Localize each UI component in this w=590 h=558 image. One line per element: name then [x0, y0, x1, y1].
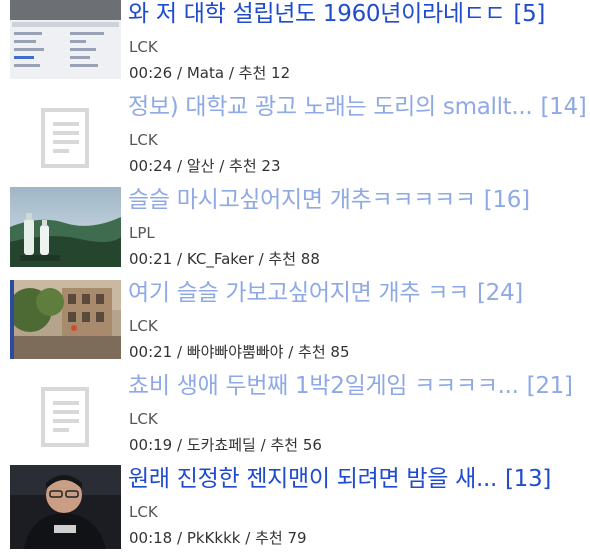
post-author[interactable]: Mata: [187, 64, 224, 82]
campus-photo-image: [10, 280, 121, 359]
post-meta: 00:21 / KC_Faker / 추천 88: [129, 250, 320, 268]
post-time: 00:21: [129, 343, 173, 361]
post-time: 00:18: [129, 529, 173, 547]
recommend-label: 추천: [298, 343, 326, 361]
post-author[interactable]: 알산: [187, 157, 215, 175]
recommend-label: 추천: [229, 157, 257, 175]
comment-count[interactable]: [16]: [484, 187, 530, 213]
post-author[interactable]: 도카쵸페딜: [187, 436, 256, 454]
post-meta: 00:21 / 빠야빠야뿜빠야 / 추천 85: [129, 343, 350, 361]
post-title-row[interactable]: 와 저 대학 설립년도 1960년이라네ㄷㄷ [5]: [128, 0, 545, 31]
comment-count[interactable]: [13]: [505, 466, 551, 492]
post-title-row[interactable]: 원래 진정한 젠지맨이 되려면 밤을 새... [13]: [128, 462, 551, 496]
board-name: LCK: [129, 38, 158, 56]
post-time: 00:24: [129, 157, 173, 175]
document-screenshot-image: [10, 0, 121, 79]
recommend-count: 88: [300, 250, 320, 268]
board-name: LCK: [129, 317, 158, 335]
recommend-label: 추천: [270, 436, 299, 454]
list-item[interactable]: 쵸비 생애 두번째 1박2일게임 ㅋㅋㅋㅋ... [21] LCK 00:19 /…: [0, 372, 590, 465]
post-meta: 00:19 / 도카쵸페딜 / 추천 56: [129, 436, 322, 454]
player-photo-image: [10, 465, 121, 549]
list-item[interactable]: 여기 슬슬 가보고싶어지면 개추 ㅋㅋ [24] LCK 00:21 / 빠야빠야…: [0, 279, 590, 372]
recommend-label: 추천: [268, 250, 297, 268]
post-title-row[interactable]: 정보) 대학교 광고 노래는 도리의 smallt... [14]: [128, 90, 587, 124]
board-name: LCK: [129, 410, 158, 428]
post-author[interactable]: PkKkkk: [187, 529, 241, 547]
list-item[interactable]: 정보) 대학교 광고 노래는 도리의 smallt... [14] LCK 00:…: [0, 93, 590, 186]
recommend-count: 23: [261, 157, 281, 175]
post-thumbnail[interactable]: [10, 96, 121, 182]
comment-count[interactable]: [21]: [527, 373, 573, 399]
post-thumbnail[interactable]: [10, 465, 121, 549]
recommend-count: 85: [330, 343, 350, 361]
post-title[interactable]: 와 저 대학 설립년도 1960년이라네ㄷㄷ: [128, 1, 506, 27]
document-placeholder-icon: [41, 387, 89, 447]
post-author[interactable]: KC_Faker: [187, 250, 254, 268]
post-time: 00:21: [129, 250, 173, 268]
post-thumbnail[interactable]: [10, 187, 121, 267]
recommend-count: 79: [287, 529, 307, 547]
post-author[interactable]: 빠야빠야뿜빠야: [187, 343, 284, 361]
post-thumbnail[interactable]: [10, 375, 121, 461]
comment-count[interactable]: [5]: [513, 1, 545, 27]
board-name: LPL: [129, 224, 155, 242]
post-list: 와 저 대학 설립년도 1960년이라네ㄷㄷ [5] LCK 00:26 / Ma…: [0, 0, 590, 555]
post-time: 00:19: [129, 436, 173, 454]
post-meta: 00:24 / 알산 / 추천 23: [129, 157, 281, 175]
recommend-label: 추천: [255, 529, 283, 547]
post-title[interactable]: 정보) 대학교 광고 노래는 도리의 smallt...: [128, 94, 533, 120]
comment-count[interactable]: [14]: [540, 94, 586, 120]
post-thumbnail[interactable]: [10, 0, 121, 79]
post-title[interactable]: 쵸비 생애 두번째 1박2일게임 ㅋㅋㅋㅋ...: [128, 373, 519, 399]
recommend-label: 추천: [238, 64, 267, 82]
list-item[interactable]: 와 저 대학 설립년도 1960년이라네ㄷㄷ [5] LCK 00:26 / Ma…: [0, 0, 590, 93]
post-meta: 00:18 / PkKkkk / 추천 79: [129, 529, 307, 547]
board-name: LCK: [129, 503, 158, 521]
document-placeholder-icon: [41, 108, 89, 168]
post-title-row[interactable]: 슬슬 마시고싶어지면 개추ㅋㅋㅋㅋㅋ [16]: [128, 183, 530, 217]
recommend-count: 56: [302, 436, 322, 454]
list-item[interactable]: 슬슬 마시고싶어지면 개추ㅋㅋㅋㅋㅋ [16] LPL 00:21 / KC_Fa…: [0, 186, 590, 279]
recommend-count: 12: [271, 64, 291, 82]
post-meta: 00:26 / Mata / 추천 12: [129, 64, 291, 82]
comment-count[interactable]: [24]: [477, 280, 523, 306]
post-title-row[interactable]: 여기 슬슬 가보고싶어지면 개추 ㅋㅋ [24]: [128, 276, 523, 310]
post-title-row[interactable]: 쵸비 생애 두번째 1박2일게임 ㅋㅋㅋㅋ... [21]: [128, 369, 573, 403]
board-name: LCK: [129, 131, 158, 149]
bottles-photo-image: [10, 187, 121, 267]
post-title[interactable]: 여기 슬슬 가보고싶어지면 개추 ㅋㅋ: [128, 280, 469, 306]
post-time: 00:26: [129, 64, 173, 82]
post-title[interactable]: 슬슬 마시고싶어지면 개추ㅋㅋㅋㅋㅋ: [128, 187, 476, 213]
post-thumbnail[interactable]: [10, 280, 121, 359]
list-item[interactable]: 원래 진정한 젠지맨이 되려면 밤을 새... [13] LCK 00:18 / …: [0, 465, 590, 558]
post-title[interactable]: 원래 진정한 젠지맨이 되려면 밤을 새...: [128, 466, 497, 492]
